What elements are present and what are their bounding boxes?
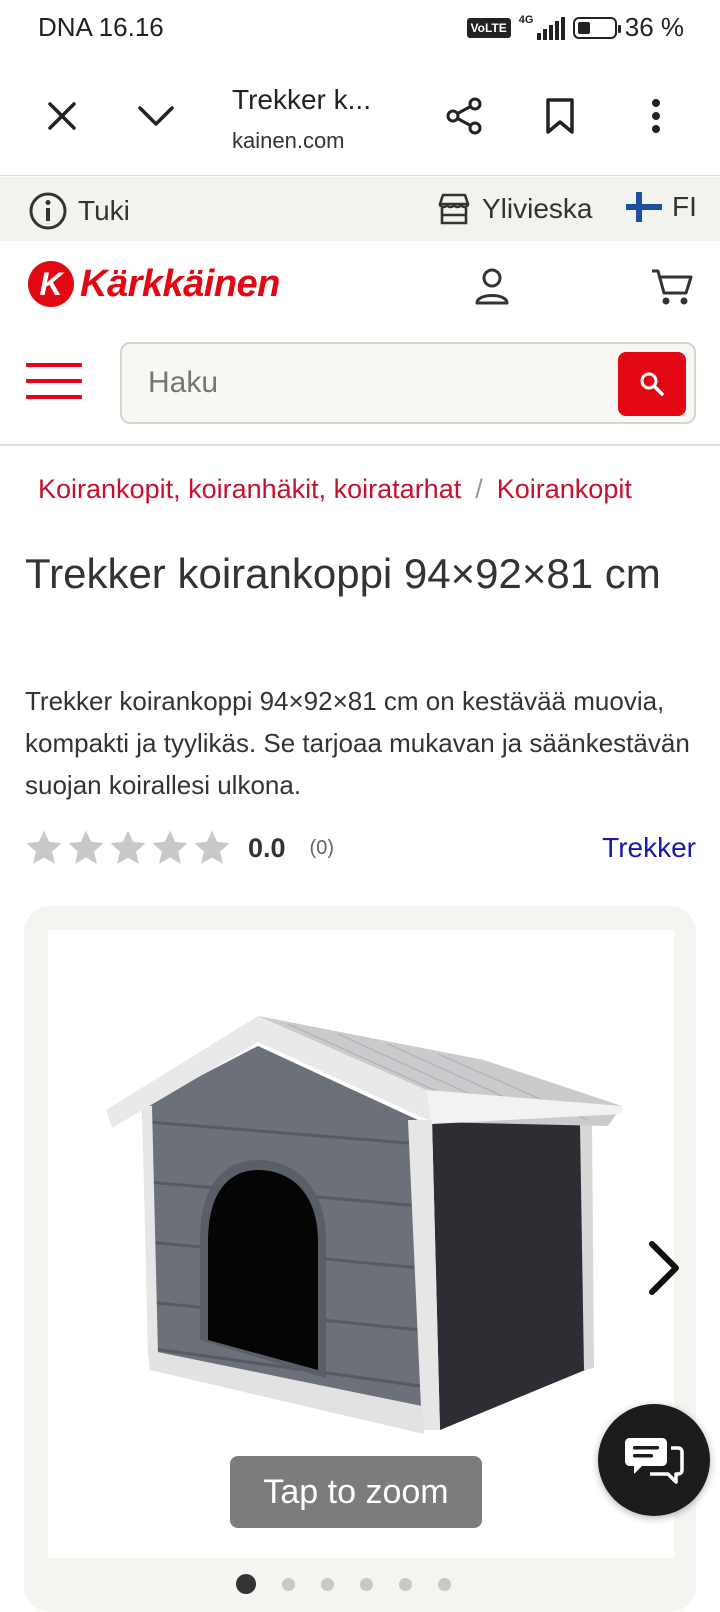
gallery-pagination [236, 1574, 451, 1594]
account-icon[interactable] [470, 265, 514, 309]
browser-toolbar: Trekker k... kainen.com [0, 56, 720, 176]
menu-hamburger-icon[interactable] [26, 363, 82, 403]
language-selector[interactable]: FI [626, 191, 697, 223]
site-header: K Kärkkäinen [0, 241, 720, 446]
product-description: Trekker koirankoppi 94×92×81 cm on kestä… [25, 686, 690, 800]
status-bar: DNA 16.16 VoLTE 4G 36 % [0, 0, 720, 56]
store-label: Ylivieska [482, 193, 593, 224]
more-vert-icon[interactable] [634, 94, 678, 138]
share-icon[interactable] [442, 94, 486, 138]
search-button[interactable] [618, 352, 686, 416]
breadcrumb-separator: / [475, 474, 483, 504]
language-label: FI [672, 191, 697, 222]
star-icon [110, 830, 146, 864]
url-text[interactable]: kainen.com [232, 128, 345, 154]
finland-flag-icon [626, 192, 662, 222]
rating-value: 0.0 [248, 832, 286, 863]
search-input[interactable] [148, 366, 588, 400]
volte-icon: VoLTE [466, 17, 511, 38]
signal-icon: 4G [519, 14, 565, 40]
cart-icon[interactable] [650, 265, 694, 309]
gallery-dot[interactable] [360, 1577, 373, 1591]
chat-icon [625, 1438, 684, 1484]
gallery-dot[interactable] [399, 1577, 412, 1591]
store-icon [438, 193, 470, 225]
battery-percent: 36 % [624, 12, 684, 42]
star-icon [152, 830, 188, 864]
close-icon[interactable] [40, 94, 84, 138]
info-strip: Tuki Ylivieska FI [0, 177, 720, 241]
info-icon [29, 192, 67, 230]
product-rating[interactable]: 0.0 (0) [24, 828, 334, 868]
karkkainen-logo[interactable]: K Kärkkäinen [28, 261, 280, 307]
store-selector[interactable]: Ylivieska [436, 191, 592, 227]
chat-button[interactable] [598, 1404, 710, 1516]
star-icon [68, 830, 104, 864]
status-time: DNA 16.16 [38, 12, 164, 42]
support-label: Tuki [78, 195, 130, 226]
breadcrumb-link-subcategory[interactable]: Koirankopit [497, 474, 632, 504]
star-icon [194, 830, 230, 864]
star-icon [26, 830, 62, 864]
search-icon [640, 372, 664, 396]
gallery-dot[interactable] [321, 1577, 334, 1591]
gallery-dot[interactable] [236, 1574, 256, 1594]
search-box [120, 342, 696, 424]
gallery-dot[interactable] [282, 1577, 295, 1591]
battery-icon [572, 16, 621, 39]
tab-title[interactable]: Trekker k... [232, 84, 371, 116]
rating-stars [24, 828, 232, 868]
brand-link[interactable]: Trekker [602, 832, 696, 864]
chevron-down-icon[interactable] [134, 94, 178, 138]
status-icons: VoLTE 4G 36 % [466, 12, 684, 43]
breadcrumb: Koirankopit, koiranhäkit, koiratarhat / Ko… [38, 474, 632, 505]
gallery-dot[interactable] [438, 1577, 451, 1591]
tap-to-zoom-label[interactable]: Tap to zoom [230, 1456, 482, 1528]
logo-mark: K [28, 261, 74, 307]
bookmark-icon[interactable] [538, 94, 582, 138]
logo-text: Kärkkäinen [80, 262, 280, 305]
rating-count: (0) [309, 836, 334, 859]
next-image-icon[interactable] [644, 1238, 684, 1298]
product-title: Trekker koirankoppi 94×92×81 cm [25, 550, 661, 597]
support-link[interactable]: Tuki [28, 191, 130, 231]
breadcrumb-link-category[interactable]: Koirankopit, koiranhäkit, koiratarhat [38, 474, 461, 504]
product-gallery: Tap to zoom [24, 906, 696, 1612]
